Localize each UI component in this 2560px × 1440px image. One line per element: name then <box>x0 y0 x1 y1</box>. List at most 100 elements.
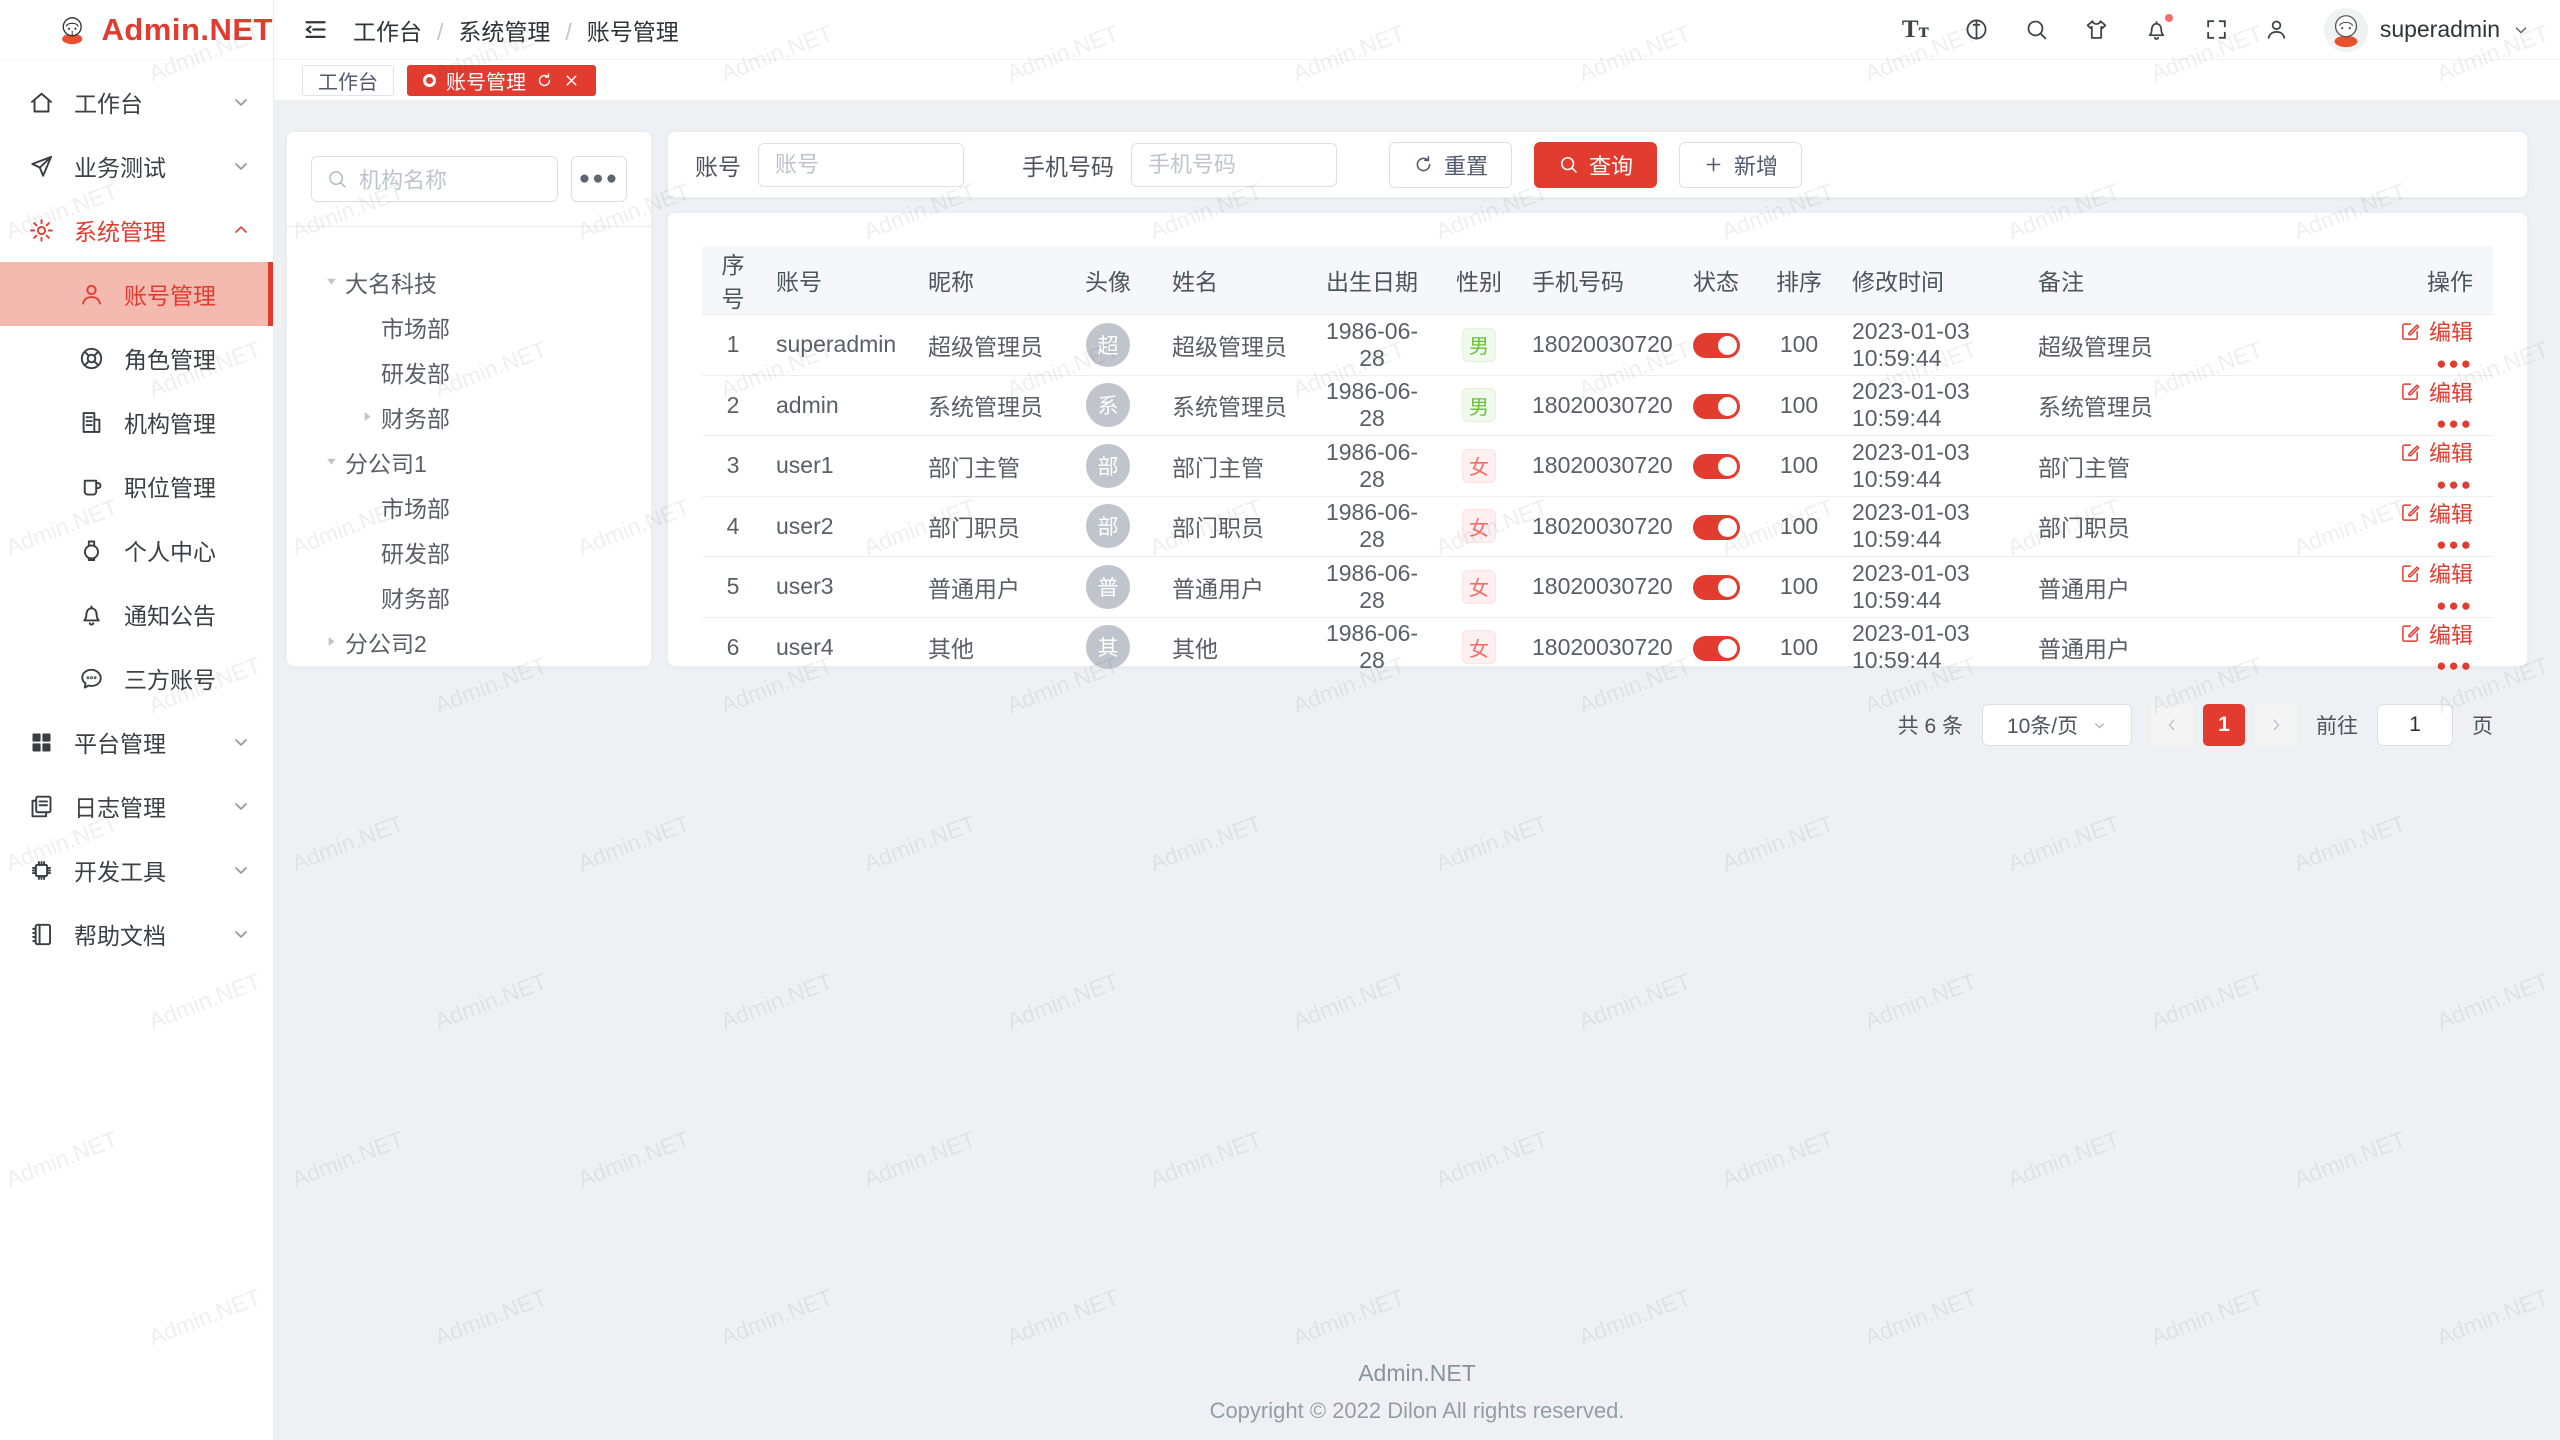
column-header-remark: 备注 <box>2026 246 2376 315</box>
topbar: 工作台/系统管理/账号管理 Tт <box>274 0 2560 60</box>
page-size-select[interactable]: 10条/页 <box>1982 704 2132 746</box>
chevron-left-icon <box>2164 717 2180 733</box>
cell-remark: 系统管理员 <box>2026 375 2376 436</box>
sidebar-item-4[interactable]: 日志管理 <box>0 774 273 838</box>
watermark-text: Admin.NET <box>860 1126 979 1193</box>
search-icon[interactable] <box>2024 17 2049 42</box>
cell-name: 部门主管 <box>1160 436 1306 497</box>
row-more-button[interactable]: ●●● <box>2436 535 2473 554</box>
current-page[interactable]: 1 <box>2203 704 2245 746</box>
sidebar-item-2[interactable]: 系统管理 <box>0 198 273 262</box>
status-toggle[interactable] <box>1693 394 1740 419</box>
cell-phone: 18020030720 <box>1520 496 1674 557</box>
fullscreen-icon[interactable] <box>2204 17 2229 42</box>
user-icon[interactable] <box>2264 17 2289 42</box>
edit-button[interactable]: 编辑 <box>2400 376 2473 408</box>
search-button[interactable]: 查询 <box>1534 142 1657 188</box>
locale-icon[interactable] <box>1964 17 1989 42</box>
tree-node[interactable]: 分公司2 <box>311 619 627 664</box>
tree-more-button[interactable]: ●●● <box>571 156 627 202</box>
cell-time: 2023-01-03 10:59:44 <box>1840 557 2026 618</box>
sidebar-item-5[interactable]: 开发工具 <box>0 838 273 902</box>
cell-account: superadmin <box>764 315 916 376</box>
edit-button[interactable]: 编辑 <box>2400 557 2473 589</box>
cell-remark: 部门职员 <box>2026 496 2376 557</box>
tab-1[interactable]: 账号管理 <box>407 65 596 96</box>
breadcrumb-item-1[interactable]: 系统管理 <box>458 19 550 45</box>
breadcrumb-item-2[interactable]: 账号管理 <box>587 19 679 45</box>
cell-status <box>1674 557 1758 618</box>
watermark-text: Admin.NET <box>2147 1284 2266 1351</box>
status-toggle[interactable] <box>1693 575 1740 600</box>
row-more-button[interactable]: ●●● <box>2436 354 2473 373</box>
cell-avatar: 其 <box>1056 617 1160 678</box>
goto-page-input[interactable] <box>2377 704 2453 746</box>
cell-account: user4 <box>764 617 916 678</box>
tree-node[interactable]: 市场部 <box>311 304 627 349</box>
cell-avatar: 普 <box>1056 557 1160 618</box>
tab-0[interactable]: 工作台 <box>302 65 394 96</box>
edit-button[interactable]: 编辑 <box>2400 315 2473 347</box>
cell-account: user3 <box>764 557 916 618</box>
row-more-button[interactable]: ●●● <box>2436 475 2473 494</box>
plus-icon <box>1703 154 1724 175</box>
cell-remark: 普通用户 <box>2026 617 2376 678</box>
profile-icon <box>78 537 105 564</box>
cell-index: 4 <box>702 496 764 557</box>
edit-button[interactable]: 编辑 <box>2400 436 2473 468</box>
sidebar-subitem-1[interactable]: 角色管理 <box>0 326 273 390</box>
query-bar: 账号 手机号码 重置 查询 新增 <box>667 131 2528 198</box>
add-button[interactable]: 新增 <box>1679 142 1802 188</box>
edit-button[interactable]: 编辑 <box>2400 497 2473 529</box>
status-toggle[interactable] <box>1693 454 1740 479</box>
reset-button[interactable]: 重置 <box>1389 142 1512 188</box>
cell-action: 编辑 ●●● <box>2376 375 2493 436</box>
cell-account: user1 <box>764 436 916 497</box>
cell-index: 2 <box>702 375 764 436</box>
caret-none <box>353 538 381 566</box>
cell-birth: 1986-06-28 <box>1306 375 1438 436</box>
collapse-sidebar-icon[interactable] <box>302 16 329 43</box>
sidebar-item-3[interactable]: 平台管理 <box>0 710 273 774</box>
watermark-text: Admin.NET <box>1575 968 1694 1035</box>
sidebar-subitem-6[interactable]: 三方账号 <box>0 646 273 710</box>
row-more-button[interactable]: ●●● <box>2436 656 2473 675</box>
sidebar-item-1[interactable]: 业务测试 <box>0 134 273 198</box>
tree-node[interactable]: 分公司1 <box>311 439 627 484</box>
tree-node[interactable]: 财务部 <box>311 394 627 439</box>
sidebar-subitem-active-0[interactable]: 账号管理 <box>0 262 273 326</box>
theme-icon[interactable] <box>2084 17 2109 42</box>
tree-node[interactable]: 市场部 <box>311 484 627 529</box>
account-input[interactable] <box>758 143 964 187</box>
status-toggle[interactable] <box>1693 636 1740 661</box>
notification-bell-icon[interactable] <box>2144 17 2169 42</box>
sidebar-subitem-2[interactable]: 机构管理 <box>0 390 273 454</box>
sidebar-subitem-4[interactable]: 个人中心 <box>0 518 273 582</box>
edit-button[interactable]: 编辑 <box>2400 618 2473 650</box>
tab-close-icon[interactable] <box>563 72 580 89</box>
row-more-button[interactable]: ●●● <box>2436 596 2473 615</box>
row-more-button[interactable]: ●●● <box>2436 414 2473 433</box>
status-toggle[interactable] <box>1693 333 1740 358</box>
tree-node[interactable]: 财务部 <box>311 574 627 619</box>
font-size-icon[interactable]: Tт <box>1902 17 1929 42</box>
tree-node[interactable]: 研发部 <box>311 349 627 394</box>
sidebar-item-6[interactable]: 帮助文档 <box>0 902 273 966</box>
user-menu[interactable]: superadmin <box>2324 8 2530 52</box>
tab-refresh-icon[interactable] <box>536 72 553 89</box>
avatar: 部 <box>1086 504 1130 548</box>
phone-input[interactable] <box>1131 143 1337 187</box>
sidebar-subitem-3[interactable]: 职位管理 <box>0 454 273 518</box>
breadcrumb-item-0[interactable]: 工作台 <box>353 19 422 45</box>
tree-node[interactable]: 大名科技 <box>311 259 627 304</box>
caret-down-icon <box>317 268 345 296</box>
sidebar-item-0[interactable]: 工作台 <box>0 70 273 134</box>
status-toggle[interactable] <box>1693 515 1740 540</box>
sidebar-subitem-5[interactable]: 通知公告 <box>0 582 273 646</box>
watermark-text: Admin.NET <box>2433 968 2552 1035</box>
org-search-input[interactable]: 机构名称 <box>311 156 558 202</box>
sidebar-subitem-label: 角色管理 <box>124 341 216 375</box>
tree-node[interactable]: 研发部 <box>311 529 627 574</box>
next-page-button[interactable] <box>2255 704 2297 746</box>
prev-page-button[interactable] <box>2151 704 2193 746</box>
